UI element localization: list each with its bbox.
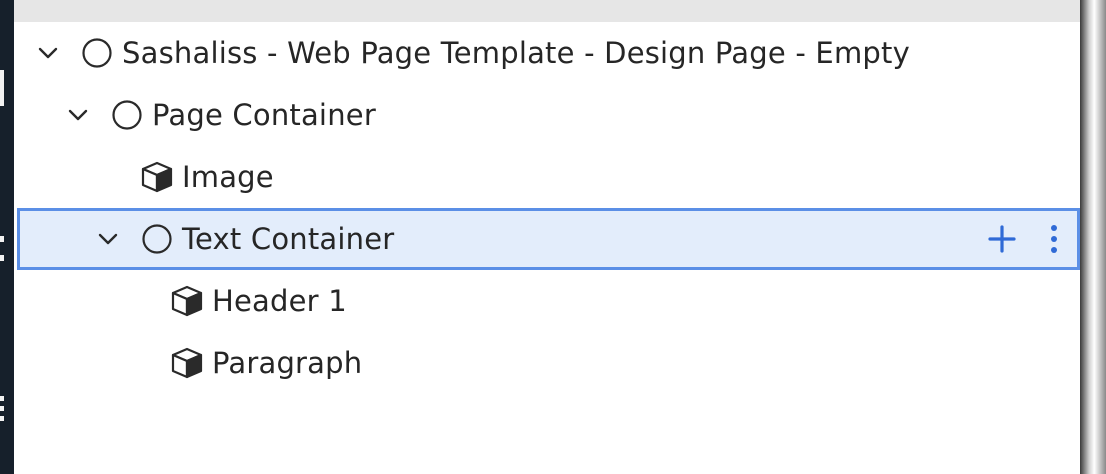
strip-marker [0,70,4,106]
more-vertical-icon[interactable] [1038,223,1070,255]
cube-icon [141,161,173,193]
tree-row-header-1[interactable]: Header 1 [14,270,1080,332]
tree-row-root[interactable]: Sashaliss - Web Page Template - Design P… [14,22,1080,84]
tree-node-label: Paragraph [212,346,363,380]
strip-marker [0,396,4,401]
strip-marker [0,416,4,421]
tree-node-label: Page Container [152,98,376,132]
tree-row-text-container[interactable]: Text Container [17,208,1080,270]
chevron-down-icon[interactable] [95,226,121,252]
chevron-down-icon[interactable] [35,40,61,66]
circle-icon [142,224,172,254]
cube-icon [171,347,203,379]
tree-row-page-container[interactable]: Page Container [14,84,1080,146]
chevron-down-icon[interactable] [65,102,91,128]
tree-row-image[interactable]: Image [14,146,1080,208]
circle-icon [82,38,112,68]
left-app-strip [0,0,14,474]
tree-node-label: Header 1 [212,284,347,318]
strip-marker [0,236,4,242]
tree-node-label: Sashaliss - Web Page Template - Design P… [122,36,910,70]
layers-tree-panel: Sashaliss - Web Page Template - Design P… [14,22,1080,474]
plus-icon[interactable] [986,223,1018,255]
tree-node-label: Text Container [182,222,395,256]
canvas-edge [1080,0,1106,474]
circle-icon [112,100,142,130]
strip-marker [0,255,4,261]
tree-node-label: Image [182,160,274,194]
cube-icon [171,285,203,317]
tree-row-paragraph[interactable]: Paragraph [14,332,1080,394]
strip-marker [0,406,4,411]
